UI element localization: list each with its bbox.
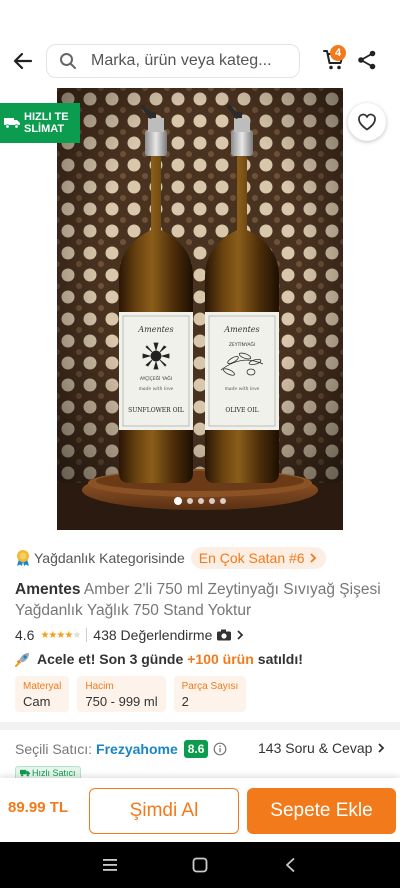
bottle-right-tagline: made with love xyxy=(225,386,260,392)
fast-seller-label: Hızlı Satıcı xyxy=(32,768,76,778)
fast-badge-line2: SLİMAT xyxy=(24,123,65,135)
rating-value: 4.6 xyxy=(15,627,35,643)
product-price: 89.99 TL xyxy=(8,799,69,816)
pagination-dot[interactable] xyxy=(220,498,226,504)
review-count: 438 Değerlendirme xyxy=(93,627,213,643)
seller-score-badge: 8.6 xyxy=(183,740,209,758)
truck-icon xyxy=(4,118,20,129)
pagination-dot[interactable] xyxy=(209,498,215,504)
chevron-right-icon xyxy=(309,553,316,563)
product-brand[interactable]: Amentes xyxy=(15,581,80,598)
back-arrow-icon xyxy=(13,52,33,70)
gallery-pagination xyxy=(0,497,400,505)
attribute-value: 750 - 999 ml xyxy=(85,694,158,709)
bottle-right-name: ZEYTİNYAĞI xyxy=(229,341,255,348)
menu-icon xyxy=(103,859,117,871)
rating-row[interactable]: 4.6 ★★★★★ 438 Değerlendirme xyxy=(15,627,245,643)
bottle-left-script: Amentes xyxy=(137,325,173,334)
urgency-highlight: +100 ürün xyxy=(187,651,254,667)
bottle-left-name: AYÇİÇEĞİ YAĞI xyxy=(140,375,172,382)
section-divider xyxy=(0,722,400,730)
pagination-dot[interactable] xyxy=(174,497,182,505)
search-icon xyxy=(60,53,76,69)
pagination-dot[interactable] xyxy=(187,498,193,504)
status-bar xyxy=(0,0,400,34)
category-prefix: Yağdanlık Kategorisinde xyxy=(34,550,185,566)
rocket-icon xyxy=(15,653,29,667)
home-button[interactable] xyxy=(189,854,211,876)
product-attributes: Materyal Cam Hacim 750 - 999 ml Parça Sa… xyxy=(15,676,247,712)
bottle-right-bottom: OLIVE OIL xyxy=(225,407,258,414)
attribute-volume: Hacim 750 - 999 ml xyxy=(77,676,166,712)
camera-icon xyxy=(217,629,232,641)
attribute-material: Materyal Cam xyxy=(15,676,70,712)
back-triangle-icon xyxy=(286,857,295,873)
seller-name-link[interactable]: Frezyahome xyxy=(96,741,178,757)
back-button[interactable] xyxy=(0,34,46,88)
system-back-button[interactable] xyxy=(279,854,301,876)
system-navigation-bar xyxy=(0,842,400,888)
chevron-right-icon xyxy=(237,630,244,640)
product-image[interactable]: Amentes AYÇİÇEĞİ YAĞI made with love SUN… xyxy=(57,88,343,530)
bottle-left-tagline: made with love xyxy=(139,386,174,392)
qa-label: 143 Soru & Cevap xyxy=(258,740,373,756)
add-to-cart-button[interactable]: Sepete Ekle xyxy=(247,788,396,834)
attribute-piece-count: Parça Sayısı 2 xyxy=(173,676,247,712)
fast-delivery-badge: HIZLI TE SLİMAT xyxy=(0,103,80,143)
questions-answers-link[interactable]: 143 Soru & Cevap xyxy=(258,740,386,756)
attribute-key: Parça Sayısı xyxy=(181,681,239,692)
seller-label: Seçili Satıcı: xyxy=(15,741,93,757)
recent-apps-button[interactable] xyxy=(99,854,121,876)
cart-count-badge: 4 xyxy=(330,45,346,61)
best-seller-rank: En Çok Satan #6 xyxy=(198,550,305,566)
category-ranking[interactable]: Yağdanlık Kategorisinde En Çok Satan #6 xyxy=(15,547,326,569)
search-placeholder: Marka, ürün veya kateg... xyxy=(91,52,272,69)
top-bar: Marka, ürün veya kateg... 4 xyxy=(0,34,400,88)
purchase-bar: 89.99 TL Şimdi Al Sepete Ekle xyxy=(0,778,400,842)
info-icon[interactable] xyxy=(213,742,227,756)
heart-icon xyxy=(358,113,376,131)
attribute-key: Hacim xyxy=(85,681,114,692)
star-rating: ★★★★★ xyxy=(40,629,81,641)
seller-info: Seçili Satıcı: Frezyahome 8.6 xyxy=(15,740,227,758)
share-icon xyxy=(358,50,376,70)
attribute-value: Cam xyxy=(23,694,51,709)
best-seller-pill[interactable]: En Çok Satan #6 xyxy=(190,547,326,569)
urgency-message: Acele et! Son 3 günde +100 ürün satıldı! xyxy=(15,651,303,667)
truck-icon xyxy=(20,769,30,777)
urgency-prefix: Acele et! Son 3 günde xyxy=(37,651,184,667)
urgency-suffix: satıldı! xyxy=(257,651,303,667)
attribute-key: Materyal xyxy=(23,681,62,692)
fast-badge-line1: HIZLI TE xyxy=(24,111,69,123)
share-button[interactable] xyxy=(356,49,378,73)
bottle-left-bottom: SUNFLOWER OIL xyxy=(128,407,184,414)
rating-divider xyxy=(86,628,88,642)
pagination-dot[interactable] xyxy=(198,498,204,504)
product-gallery[interactable]: Amentes AYÇİÇEĞİ YAĞI made with love SUN… xyxy=(0,88,400,530)
bottle-right-script: Amentes xyxy=(223,325,259,334)
product-title: Amentes Amber 2'li 750 ml Zeytinyağı Sıv… xyxy=(15,579,390,621)
home-square-icon xyxy=(192,857,208,873)
attribute-value: 2 xyxy=(181,694,189,709)
buy-now-button[interactable]: Şimdi Al xyxy=(89,788,239,834)
favorite-button[interactable] xyxy=(348,103,386,141)
chevron-right-icon xyxy=(378,743,385,753)
medal-icon xyxy=(17,550,29,566)
search-input[interactable]: Marka, ürün veya kateg... xyxy=(46,44,300,78)
